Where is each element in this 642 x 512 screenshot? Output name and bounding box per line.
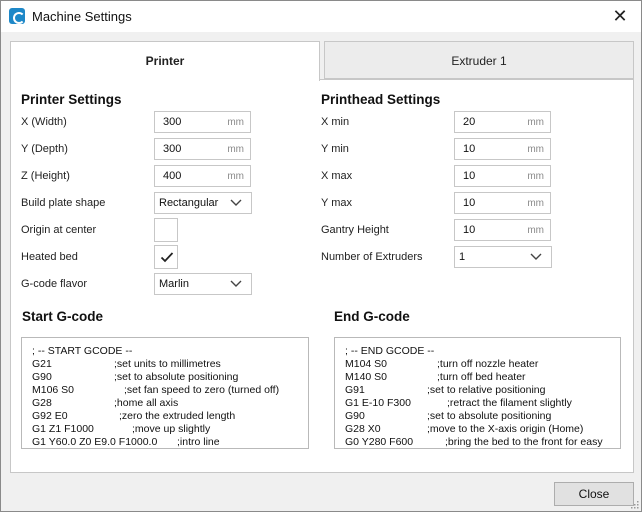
resize-grip-icon[interactable]	[629, 499, 639, 509]
end-gcode-line-cmd: M104 S0	[345, 358, 388, 370]
x-width-label: X (Width)	[21, 116, 67, 128]
x-max-unit: mm	[527, 171, 544, 182]
x-min-label: X min	[321, 116, 350, 128]
build-plate-shape-select[interactable]: Rectangular	[154, 192, 252, 214]
close-button[interactable]: Close	[554, 482, 634, 506]
gantry-height-value: 10	[463, 224, 476, 236]
start-gcode-line-comment: ;set units to millimetres	[114, 358, 221, 370]
start-gcode-line-cmd: G90	[32, 371, 52, 383]
x-width-unit: mm	[227, 117, 244, 128]
build-plate-shape-label: Build plate shape	[21, 197, 106, 209]
end-gcode-title: End G-code	[334, 309, 410, 324]
title-bar: Machine Settings ✕	[1, 1, 641, 32]
checkmark-icon	[160, 252, 174, 263]
end-gcode-editor[interactable]: ; -- END GCODE -- M104 S0 ;turn off nozz…	[334, 337, 621, 449]
y-min-unit: mm	[527, 144, 544, 155]
start-gcode-line-comment: ;set fan speed to zero (turned off)	[124, 384, 280, 396]
y-depth-unit: mm	[227, 144, 244, 155]
origin-at-center-checkbox[interactable]	[154, 218, 178, 242]
end-gcode-line-cmd: G1 E-10 F300	[345, 397, 411, 409]
chevron-down-icon	[530, 253, 542, 260]
z-height-unit: mm	[227, 171, 244, 182]
end-gcode-line-comment: ;move to the X-axis origin (Home)	[427, 423, 584, 435]
tab-extruder-1-label: Extruder 1	[451, 54, 507, 68]
x-max-input[interactable]: 10 mm	[454, 165, 551, 187]
gantry-height-input[interactable]: 10 mm	[454, 219, 551, 241]
end-gcode-line-cmd: G90	[345, 410, 365, 422]
y-max-value: 10	[463, 197, 476, 209]
chevron-down-icon	[230, 280, 242, 287]
start-gcode-line-comment: ;set to absolute positioning	[114, 371, 239, 383]
window-title: Machine Settings	[32, 9, 132, 24]
origin-at-center-label: Origin at center	[21, 224, 97, 236]
gcode-flavor-value: Marlin	[159, 278, 189, 290]
end-gcode-line-cmd: G28 X0	[345, 423, 381, 435]
start-gcode-line-cmd: G28	[32, 397, 52, 409]
start-gcode-title: Start G-code	[22, 309, 104, 324]
start-gcode-editor[interactable]: ; -- START GCODE -- G21 ;set units to mi…	[21, 337, 309, 449]
window-close-button[interactable]: ✕	[607, 4, 633, 28]
number-of-extruders-select[interactable]: 1	[454, 246, 552, 268]
y-depth-label: Y (Depth)	[21, 143, 68, 155]
z-height-label: Z (Height)	[21, 170, 70, 182]
printhead-settings-title: Printhead Settings	[321, 92, 441, 107]
x-min-input[interactable]: 20 mm	[454, 111, 551, 133]
heated-bed-label: Heated bed	[21, 251, 78, 263]
start-gcode-line-cmd: G1 Y60.0 Z0 E9.0 F1000.0	[32, 436, 158, 448]
end-gcode-line-comment: ;set to absolute positioning	[427, 410, 552, 422]
start-gcode-line-cmd: G1 Z1 F1000	[32, 423, 94, 435]
gantry-height-unit: mm	[527, 225, 544, 236]
tab-printer[interactable]: Printer	[10, 41, 320, 81]
start-gcode-line-comment: ;intro line	[177, 436, 220, 448]
end-gcode-line-cmd: G0 Y280 F600	[345, 436, 414, 448]
gcode-flavor-label: G-code flavor	[21, 278, 88, 290]
z-height-input[interactable]: 400 mm	[154, 165, 251, 187]
start-gcode-line-comment: ;home all axis	[114, 397, 179, 409]
y-max-unit: mm	[527, 198, 544, 209]
printer-settings-title: Printer Settings	[21, 92, 122, 107]
z-height-value: 400	[163, 170, 182, 182]
end-gcode-line-cmd: G91	[345, 384, 365, 396]
x-max-value: 10	[463, 170, 476, 182]
number-of-extruders-label: Number of Extruders	[321, 251, 423, 263]
start-gcode-line-cmd: G92 E0	[32, 410, 68, 422]
heated-bed-checkbox[interactable]	[154, 245, 178, 269]
end-gcode-line-comment: ;turn off nozzle heater	[437, 358, 539, 370]
y-depth-value: 300	[163, 143, 182, 155]
start-gcode-line-cmd: G21	[32, 358, 52, 370]
chevron-down-icon	[230, 199, 242, 206]
start-gcode-line-comment: ;zero the extruded length	[119, 410, 236, 422]
y-max-input[interactable]: 10 mm	[454, 192, 551, 214]
end-gcode-line-comment: ;set to relative positioning	[427, 384, 546, 396]
x-width-value: 300	[163, 116, 182, 128]
end-gcode-line-cmd: ; -- END GCODE --	[345, 345, 435, 357]
y-depth-input[interactable]: 300 mm	[154, 138, 251, 160]
x-min-unit: mm	[527, 117, 544, 128]
y-max-label: Y max	[321, 197, 352, 209]
number-of-extruders-value: 1	[459, 251, 466, 263]
y-min-input[interactable]: 10 mm	[454, 138, 551, 160]
gantry-height-label: Gantry Height	[321, 224, 389, 236]
x-width-input[interactable]: 300 mm	[154, 111, 251, 133]
y-min-label: Y min	[321, 143, 349, 155]
tab-extruder-1[interactable]: Extruder 1	[324, 41, 634, 79]
x-max-label: X max	[321, 170, 353, 182]
gcode-flavor-select[interactable]: Marlin	[154, 273, 252, 295]
y-min-value: 10	[463, 143, 476, 155]
tab-printer-label: Printer	[145, 54, 185, 68]
machine-settings-window: Machine Settings ✕ Printer Extruder 1 Pr…	[0, 0, 642, 512]
end-gcode-line-comment: ;turn off bed heater	[437, 371, 526, 383]
end-gcode-line-comment: ;bring the bed to the front for easy	[445, 436, 603, 448]
start-gcode-line-cmd: ; -- START GCODE --	[32, 345, 133, 357]
start-gcode-line-comment: ;move up slightly	[132, 423, 211, 435]
end-gcode-line-cmd: M140 S0	[345, 371, 388, 383]
start-gcode-line-cmd: M106 S0	[32, 384, 75, 396]
build-plate-shape-value: Rectangular	[159, 197, 219, 209]
x-min-value: 20	[463, 116, 476, 128]
app-logo-icon	[9, 8, 25, 24]
end-gcode-line-comment: ;retract the filament slightly	[447, 397, 572, 409]
